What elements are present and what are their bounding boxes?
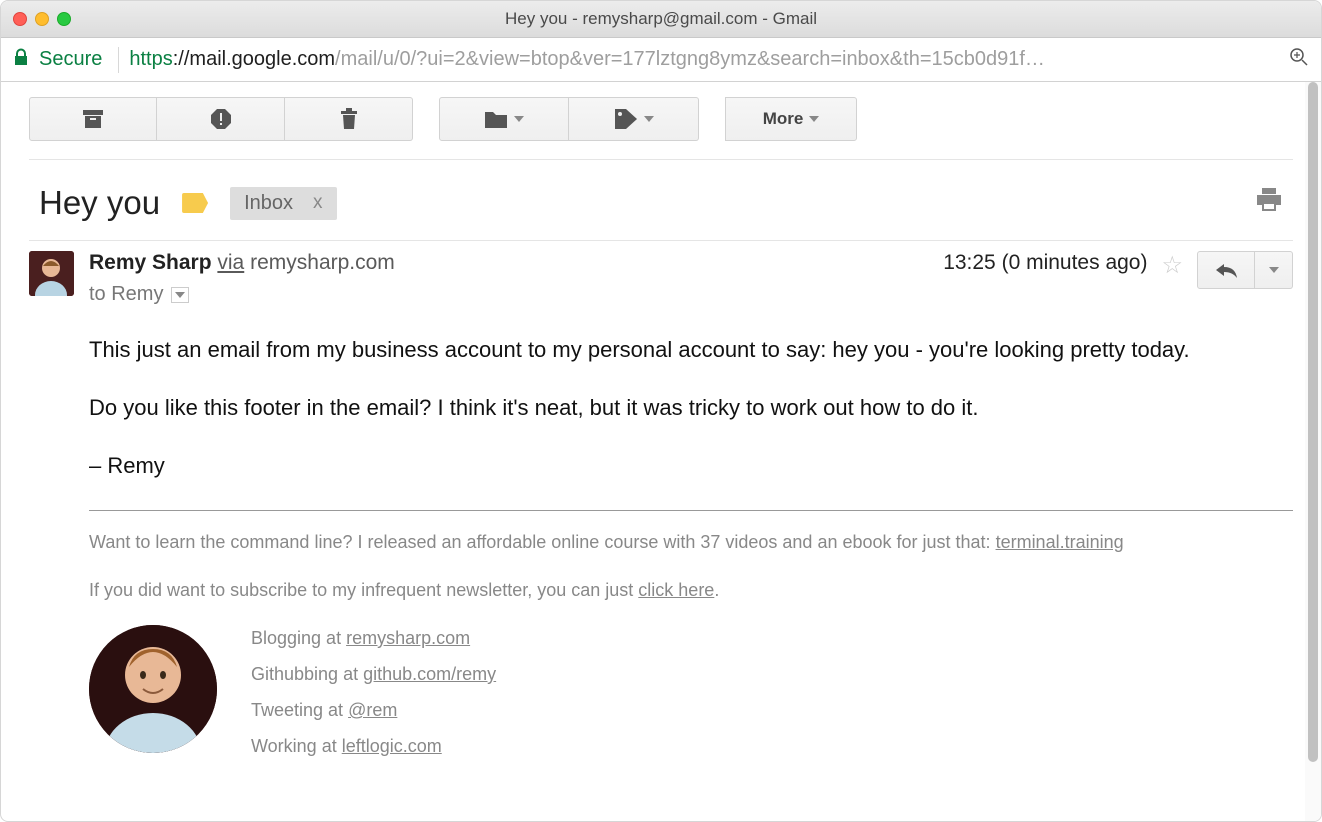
footer-line-2: If you did want to subscribe to my infre… bbox=[89, 577, 1293, 603]
chevron-down-icon bbox=[514, 116, 524, 122]
move-to-button[interactable] bbox=[439, 97, 569, 141]
inbox-chip-label: Inbox bbox=[244, 192, 293, 215]
star-button[interactable]: ☆ bbox=[1161, 251, 1183, 280]
addrbar-divider bbox=[118, 47, 119, 73]
sender-avatar[interactable] bbox=[29, 251, 74, 296]
signature-line: Working at leftlogic.com bbox=[251, 733, 496, 759]
body-paragraph: This just an email from my business acco… bbox=[89, 334, 1293, 366]
github-link[interactable]: github.com/remy bbox=[363, 664, 496, 684]
url-host: ://mail.google.com bbox=[173, 48, 335, 70]
to-label: to Remy bbox=[89, 283, 163, 306]
message-body: This just an email from my business acco… bbox=[89, 334, 1293, 769]
show-details-button[interactable] bbox=[171, 287, 189, 303]
important-marker-icon[interactable] bbox=[182, 193, 208, 213]
toolbar-group-1 bbox=[29, 97, 413, 141]
signature-row: Blogging at remysharp.com Githubbing at … bbox=[89, 625, 1293, 769]
reply-more-button[interactable] bbox=[1255, 251, 1293, 289]
chevron-down-icon bbox=[1269, 267, 1279, 273]
browser-window: Hey you - remysharp@gmail.com - Gmail Se… bbox=[0, 0, 1322, 822]
body-paragraph: Do you like this footer in the email? I … bbox=[89, 392, 1293, 424]
address-bar[interactable]: Secure https://mail.google.com/mail/u/0/… bbox=[1, 38, 1321, 82]
body-signoff: – Remy bbox=[89, 450, 1293, 482]
titlebar: Hey you - remysharp@gmail.com - Gmail bbox=[1, 1, 1321, 38]
via-label: via bbox=[217, 251, 244, 274]
vertical-scrollbar[interactable] bbox=[1305, 82, 1321, 822]
twitter-link[interactable]: @rem bbox=[348, 700, 397, 720]
url-display: https://mail.google.com/mail/u/0/?ui=2&v… bbox=[129, 48, 1045, 71]
subject-text: Hey you bbox=[39, 184, 160, 222]
signature-lines: Blogging at remysharp.com Githubbing at … bbox=[251, 625, 496, 769]
more-label: More bbox=[763, 109, 804, 129]
report-spam-button[interactable] bbox=[157, 97, 285, 141]
toolbar-group-3: More bbox=[725, 97, 857, 141]
footer-block: Want to learn the command line? I releas… bbox=[89, 529, 1293, 770]
labels-button[interactable] bbox=[569, 97, 699, 141]
sender-block: Remy Sharp via remysharp.com to Remy bbox=[89, 251, 928, 306]
delete-button[interactable] bbox=[285, 97, 413, 141]
blog-link[interactable]: remysharp.com bbox=[346, 628, 470, 648]
chevron-down-icon bbox=[175, 292, 185, 298]
scrollbar-thumb[interactable] bbox=[1308, 82, 1318, 762]
signature-line: Blogging at remysharp.com bbox=[251, 625, 496, 651]
more-button[interactable]: More bbox=[725, 97, 857, 141]
signature-line: Tweeting at @rem bbox=[251, 697, 496, 723]
work-link[interactable]: leftlogic.com bbox=[342, 736, 442, 756]
message-meta: 13:25 (0 minutes ago) ☆ bbox=[943, 251, 1293, 306]
lock-icon bbox=[13, 48, 29, 72]
newsletter-link[interactable]: click here bbox=[638, 580, 714, 600]
sender-name[interactable]: Remy Sharp bbox=[89, 251, 212, 274]
sender-domain: remysharp.com bbox=[250, 251, 395, 274]
action-toolbar: More bbox=[29, 97, 1293, 141]
subject-row: Hey you Inbox x bbox=[29, 160, 1293, 240]
url-scheme: https bbox=[129, 48, 172, 70]
body-divider bbox=[89, 510, 1293, 511]
message-header: Remy Sharp via remysharp.com to Remy 13:… bbox=[29, 240, 1293, 306]
secure-label: Secure bbox=[39, 48, 102, 71]
chevron-down-icon bbox=[644, 116, 654, 122]
timestamp: 13:25 (0 minutes ago) bbox=[943, 251, 1147, 275]
content-area: More Hey you Inbox x Remy Shar bbox=[1, 82, 1321, 822]
zoom-icon[interactable] bbox=[1289, 47, 1309, 72]
terminal-training-link[interactable]: terminal.training bbox=[996, 532, 1124, 552]
footer-line-1: Want to learn the command line? I releas… bbox=[89, 529, 1293, 555]
inbox-label-chip[interactable]: Inbox x bbox=[230, 187, 336, 220]
reply-button[interactable] bbox=[1197, 251, 1255, 289]
signature-line: Githubbing at github.com/remy bbox=[251, 661, 496, 687]
remove-label-button[interactable]: x bbox=[313, 192, 323, 214]
recipient-line: to Remy bbox=[89, 283, 928, 306]
print-button[interactable] bbox=[1255, 187, 1283, 220]
archive-button[interactable] bbox=[29, 97, 157, 141]
sender-line: Remy Sharp via remysharp.com bbox=[89, 251, 928, 275]
signature-avatar bbox=[89, 625, 217, 753]
toolbar-group-2 bbox=[439, 97, 699, 141]
reply-group bbox=[1197, 251, 1293, 289]
chevron-down-icon bbox=[809, 116, 819, 122]
window-title: Hey you - remysharp@gmail.com - Gmail bbox=[1, 9, 1321, 29]
url-path: /mail/u/0/?ui=2&view=btop&ver=177lztgng8… bbox=[335, 48, 1045, 70]
